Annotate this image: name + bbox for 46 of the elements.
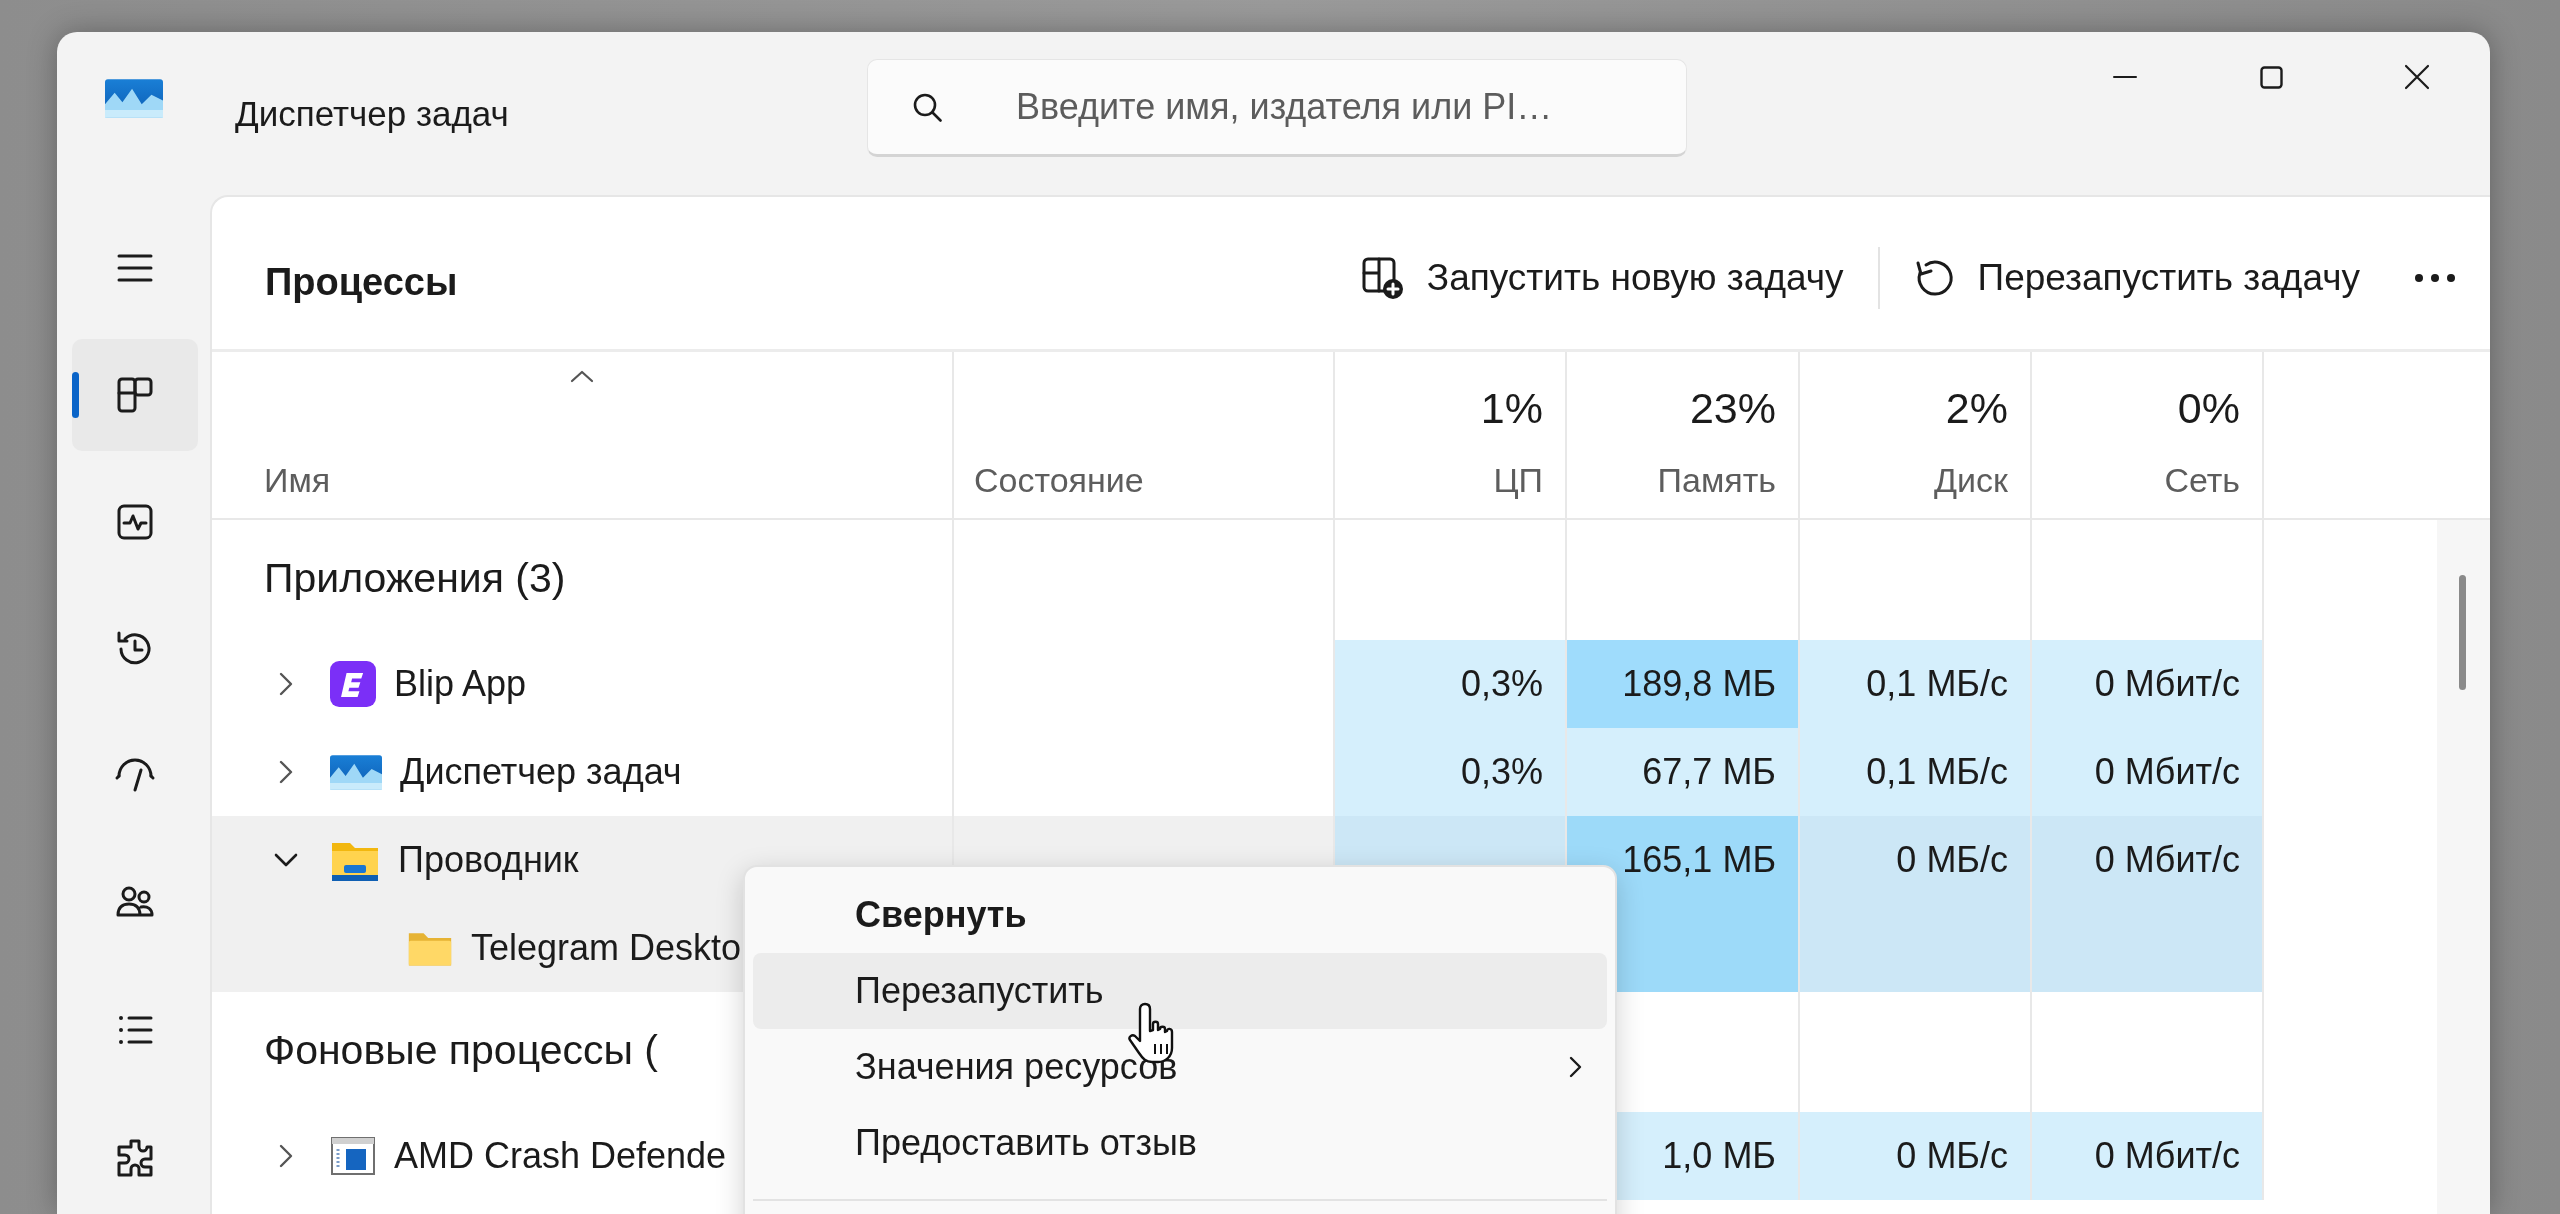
table-cell: 165,1 МБ xyxy=(1567,816,1800,904)
menu-item[interactable]: Перезапустить xyxy=(753,953,1607,1029)
search-field[interactable]: Введите имя, издателя или PI… xyxy=(867,58,1687,157)
table-cell: 0 Мбит/с xyxy=(2032,640,2264,728)
maximize-icon xyxy=(2259,65,2283,89)
selection-indicator xyxy=(72,372,79,418)
table-cell: 189,8 МБ xyxy=(1567,640,1800,728)
table-cell: 0 МБ/с xyxy=(1800,816,2032,904)
minimize-icon xyxy=(2113,75,2137,79)
column-header[interactable]: 23% Память xyxy=(1567,352,1800,520)
column-header[interactable]: Имя xyxy=(212,352,954,520)
column-header[interactable]: Состояние xyxy=(954,352,1335,520)
sidebar-item[interactable] xyxy=(72,339,198,451)
table-cell: 0 Мбит/с xyxy=(2032,816,2264,904)
page-title: Процессы xyxy=(265,259,458,305)
table-cell: 0,1 МБ/с xyxy=(1800,728,2032,816)
app-icon xyxy=(330,661,376,707)
more-icon xyxy=(2414,273,2456,283)
search-icon xyxy=(912,91,942,122)
table-cell: 0,3% xyxy=(1335,640,1567,728)
column-header[interactable]: 0% Сеть xyxy=(2032,352,2264,520)
table-cell: 0,1 МБ/с xyxy=(1800,640,2032,728)
table-cell: 0 МБ/с xyxy=(1800,1112,2032,1200)
window-icon xyxy=(330,1136,376,1176)
process-name[interactable]: Blip App xyxy=(394,657,527,711)
menu-item[interactable]: Значения ресурсов xyxy=(753,1029,1607,1105)
table-cell: 0 Мбит/с xyxy=(2032,1112,2264,1200)
table-cell: 0 Мбит/с xyxy=(2032,728,2264,816)
app-logo-icon xyxy=(104,79,163,118)
scrollbar[interactable] xyxy=(2437,520,2490,1214)
table-cell: 67,7 МБ xyxy=(1567,728,1800,816)
window-title: Диспетчер задач xyxy=(235,93,510,136)
group-title: Приложения (3) xyxy=(264,554,566,603)
restart-task-button[interactable]: Перезапустить задачу xyxy=(1891,230,2382,326)
column-header[interactable]: 1% ЦП xyxy=(1335,352,1567,520)
run-task-button[interactable]: Запустить новую задачу xyxy=(1338,230,1866,326)
table-cell: 0,3% xyxy=(1335,728,1567,816)
column-header[interactable]: 2% Диск xyxy=(1800,352,2032,520)
app-logo-icon xyxy=(330,754,382,790)
sort-icon xyxy=(569,368,595,384)
process-name[interactable]: AMD Crash Defende xyxy=(394,1129,727,1183)
process-name[interactable]: Диспетчер задач xyxy=(400,745,682,799)
window-plus-icon xyxy=(1360,255,1405,301)
process-name[interactable]: Проводник xyxy=(398,833,579,887)
close-icon xyxy=(2404,64,2430,90)
group-title: Фоновые процессы ( xyxy=(264,1026,658,1075)
